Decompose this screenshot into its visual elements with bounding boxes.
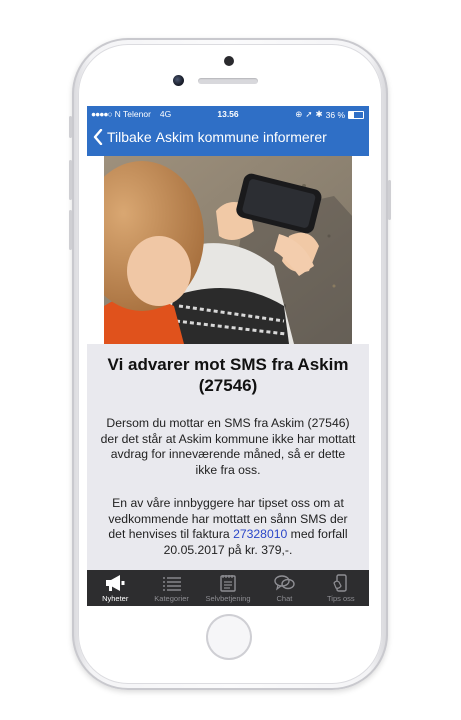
tab-label: Nyheter [102,594,129,603]
front-camera [173,75,184,86]
tab-label: Kategorier [154,594,189,603]
article-image [104,156,352,344]
status-bar: ●●●●○ N Telenor 4G 13.56 ⊕ ➚ ✱ 36 % [87,106,369,122]
megaphone-icon [106,575,125,591]
article-content: Vi advarer mot SMS fra Askim (27546) Der… [87,344,369,570]
tab-selvbetjening[interactable]: Selvbetjening [200,570,256,606]
phone-screen: ●●●●○ N Telenor 4G 13.56 ⊕ ➚ ✱ 36 % Tilb… [87,106,369,606]
volume-down-button [69,210,72,250]
volume-up-button [69,160,72,200]
location-icon: ➚ [305,109,313,119]
nav-title: Askim kommune informerer [155,129,327,145]
article-paragraph-2: En av våre innbyggere har tipset oss om … [99,496,357,558]
earpiece-speaker [198,78,258,84]
sensor-dot [224,56,234,66]
home-button[interactable] [206,614,252,660]
tab-label: Chat [276,594,293,603]
article-paragraph-1: Dersom du mottar en SMS fra Askim (27546… [100,416,356,477]
tab-tips-oss[interactable]: Tips oss [313,570,369,606]
list-icon [162,577,181,591]
article-headline: Vi advarer mot SMS fra Askim (27546) [107,355,349,395]
tab-label: Tips oss [327,594,355,603]
bluetooth-icon: ✱ [315,109,323,119]
status-right: ⊕ ➚ ✱ 36 % [295,109,364,120]
notepad-icon [220,575,236,592]
tab-nyheter[interactable]: Nyheter [87,570,143,606]
chevron-left-icon [93,129,103,145]
tab-bar: Nyheter Kategorier Selvbetjening Chat Ti… [87,570,369,606]
battery-icon [348,110,364,119]
tab-label: Selvbetjening [205,594,251,603]
chat-bubbles-icon [274,575,296,591]
power-button [388,180,391,220]
back-button[interactable]: Tilbake Askim kommune informerer [93,129,327,145]
tab-kategorier[interactable]: Kategorier [143,570,199,606]
tab-chat[interactable]: Chat [256,570,312,606]
invoice-number-link[interactable]: 27328010 [233,527,287,541]
child-with-phone-photo [104,156,352,344]
mute-switch [69,116,72,138]
orientation-lock-icon: ⊕ [295,109,303,119]
phone-tip-icon [333,574,347,592]
back-label: Tilbake [107,129,152,145]
nav-bar: Tilbake Askim kommune informerer [87,122,369,156]
battery-percent: 36 % [325,109,345,120]
